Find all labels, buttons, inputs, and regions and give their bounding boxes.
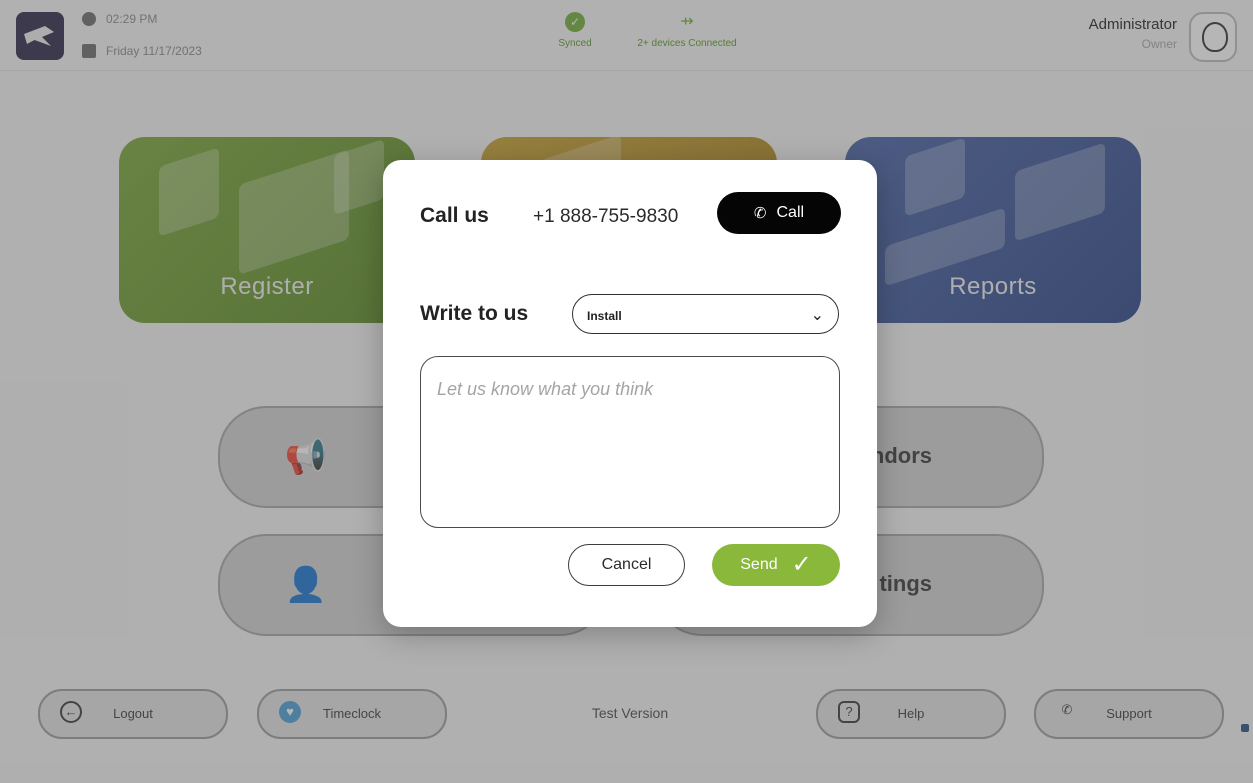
call-button-label: Call (776, 204, 805, 221)
cancel-button[interactable]: Cancel (568, 544, 685, 586)
write-to-us-title: Write to us (420, 302, 529, 325)
topic-select[interactable]: Install ⌄ (572, 294, 839, 334)
phone-icon: ✆ (753, 205, 767, 222)
send-button-label: Send (740, 556, 778, 573)
contact-dialog: Call us +1 888-755-9830 ✆ Call Write to … (383, 160, 877, 627)
call-button[interactable]: ✆ Call (717, 192, 841, 234)
chevron-down-icon: ⌄ (810, 307, 824, 324)
send-button[interactable]: Send ✓ (712, 544, 840, 586)
call-us-title: Call us (420, 204, 489, 227)
checkmark-icon: ✓ (791, 551, 812, 578)
topic-selected-value: Install (587, 309, 622, 323)
message-textarea[interactable]: Let us know what you think (420, 356, 840, 528)
phone-number: +1 888-755-9830 (533, 206, 679, 227)
message-placeholder: Let us know what you think (437, 379, 654, 399)
